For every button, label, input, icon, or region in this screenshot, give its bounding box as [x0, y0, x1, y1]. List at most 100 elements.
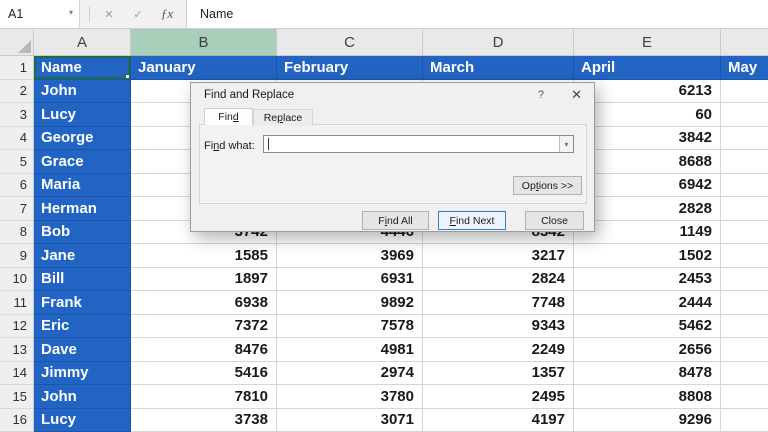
row-header-12[interactable]: 12 — [0, 314, 34, 338]
cell-F9[interactable] — [721, 244, 768, 268]
cell-D10[interactable]: 2824 — [423, 267, 574, 291]
cell-B14[interactable]: 5416 — [131, 361, 277, 385]
cell-E5[interactable]: 8688 — [574, 150, 721, 174]
cell-F7[interactable] — [721, 197, 768, 221]
cell-A13[interactable]: Dave — [34, 338, 131, 362]
cell-D14[interactable]: 1357 — [423, 361, 574, 385]
cell-E16[interactable]: 9296 — [574, 408, 721, 432]
row-header-11[interactable]: 11 — [0, 291, 34, 315]
tab-replace[interactable]: Replace — [253, 109, 313, 126]
cell-D13[interactable]: 2249 — [423, 338, 574, 362]
cell-F4[interactable] — [721, 126, 768, 150]
row-header-6[interactable]: 6 — [0, 173, 34, 197]
column-header-D[interactable]: D — [423, 29, 574, 56]
cell-A14[interactable]: Jimmy — [34, 361, 131, 385]
row-header-5[interactable]: 5 — [0, 150, 34, 174]
column-header-E[interactable]: E — [574, 29, 721, 56]
find-next-button[interactable]: Find Next — [438, 211, 506, 230]
cell-B11[interactable]: 6938 — [131, 291, 277, 315]
cell-C12[interactable]: 7578 — [277, 314, 423, 338]
cell-F13[interactable] — [721, 338, 768, 362]
find-all-button[interactable]: Find All — [362, 211, 429, 230]
cancel-icon[interactable]: ✕ — [99, 8, 119, 21]
cell-E2[interactable]: 6213 — [574, 79, 721, 103]
column-header-B[interactable]: B — [131, 29, 277, 56]
cell-A2[interactable]: John — [34, 79, 131, 103]
cell-F15[interactable] — [721, 385, 768, 409]
cell-E8[interactable]: 1149 — [574, 220, 721, 244]
cell-F2[interactable] — [721, 79, 768, 103]
cell-E10[interactable]: 2453 — [574, 267, 721, 291]
cell-A15[interactable]: John — [34, 385, 131, 409]
cell-C14[interactable]: 2974 — [277, 361, 423, 385]
cell-A3[interactable]: Lucy — [34, 103, 131, 127]
column-header-A[interactable]: A — [34, 29, 131, 56]
formula-input[interactable]: Name — [186, 0, 768, 28]
cell-F12[interactable] — [721, 314, 768, 338]
help-icon[interactable]: ? — [538, 89, 544, 101]
enter-icon[interactable]: ✓ — [128, 8, 148, 21]
cell-A8[interactable]: Bob — [34, 220, 131, 244]
cell-C9[interactable]: 3969 — [277, 244, 423, 268]
cell-C10[interactable]: 6931 — [277, 267, 423, 291]
cell-E9[interactable]: 1502 — [574, 244, 721, 268]
select-all-corner[interactable] — [0, 29, 34, 56]
cell-A6[interactable]: Maria — [34, 173, 131, 197]
cell-E12[interactable]: 5462 — [574, 314, 721, 338]
row-header-9[interactable]: 9 — [0, 244, 34, 268]
dialog-title[interactable]: Find and Replace — [204, 89, 294, 101]
cell-F14[interactable] — [721, 361, 768, 385]
row-header-14[interactable]: 14 — [0, 361, 34, 385]
find-what-dropdown-icon[interactable]: ▾ — [559, 136, 573, 152]
cell-E13[interactable]: 2656 — [574, 338, 721, 362]
cell-E7[interactable]: 2828 — [574, 197, 721, 221]
cell-E14[interactable]: 8478 — [574, 361, 721, 385]
row-header-16[interactable]: 16 — [0, 408, 34, 432]
name-box-dropdown-icon[interactable]: ▾ — [69, 9, 73, 17]
cell-E11[interactable]: 2444 — [574, 291, 721, 315]
row-header-8[interactable]: 8 — [0, 220, 34, 244]
row-header-3[interactable]: 3 — [0, 103, 34, 127]
cell-F10[interactable] — [721, 267, 768, 291]
cell-D11[interactable]: 7748 — [423, 291, 574, 315]
cell-B13[interactable]: 8476 — [131, 338, 277, 362]
row-header-4[interactable]: 4 — [0, 126, 34, 150]
cell-A11[interactable]: Frank — [34, 291, 131, 315]
cell-D9[interactable]: 3217 — [423, 244, 574, 268]
cell-A1[interactable]: Name — [34, 56, 131, 80]
cell-A7[interactable]: Herman — [34, 197, 131, 221]
cell-E15[interactable]: 8808 — [574, 385, 721, 409]
cell-A4[interactable]: George — [34, 126, 131, 150]
cell-C1[interactable]: February — [277, 56, 423, 80]
cell-B16[interactable]: 3738 — [131, 408, 277, 432]
cell-A5[interactable]: Grace — [34, 150, 131, 174]
cell-B1[interactable]: January — [131, 56, 277, 80]
cell-B9[interactable]: 1585 — [131, 244, 277, 268]
cell-D16[interactable]: 4197 — [423, 408, 574, 432]
cell-F16[interactable] — [721, 408, 768, 432]
row-header-7[interactable]: 7 — [0, 197, 34, 221]
cell-C15[interactable]: 3780 — [277, 385, 423, 409]
cell-A12[interactable]: Eric — [34, 314, 131, 338]
cell-E3[interactable]: 60 — [574, 103, 721, 127]
close-button[interactable]: Close — [525, 211, 584, 230]
cell-A16[interactable]: Lucy — [34, 408, 131, 432]
cell-F1[interactable]: May — [721, 56, 768, 80]
name-box[interactable]: A1 ▾ — [0, 0, 80, 28]
cell-C16[interactable]: 3071 — [277, 408, 423, 432]
cell-B12[interactable]: 7372 — [131, 314, 277, 338]
row-header-15[interactable]: 15 — [0, 385, 34, 409]
cell-B10[interactable]: 1897 — [131, 267, 277, 291]
cell-C13[interactable]: 4981 — [277, 338, 423, 362]
cell-F8[interactable] — [721, 220, 768, 244]
cell-F11[interactable] — [721, 291, 768, 315]
cell-F6[interactable] — [721, 173, 768, 197]
find-what-input[interactable]: ▾ — [263, 135, 574, 153]
tab-find[interactable]: Find — [204, 108, 253, 125]
close-icon[interactable]: ✕ — [571, 87, 582, 103]
insert-function-icon[interactable]: ƒx — [157, 6, 177, 22]
cell-E6[interactable]: 6942 — [574, 173, 721, 197]
cell-A10[interactable]: Bill — [34, 267, 131, 291]
cell-D1[interactable]: March — [423, 56, 574, 80]
cell-D12[interactable]: 9343 — [423, 314, 574, 338]
